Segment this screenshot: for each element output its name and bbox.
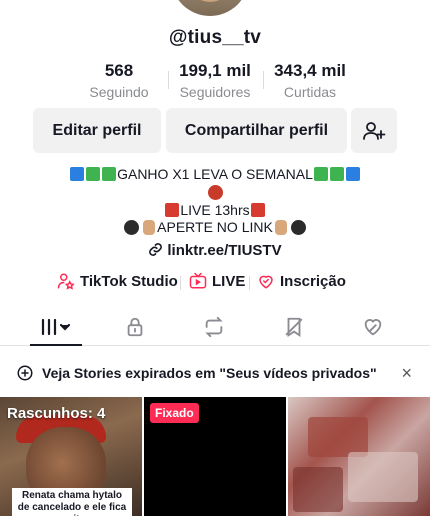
bio-line-3: LIVE 13hrs (0, 202, 430, 218)
grid-icon (41, 318, 71, 336)
bio-line-1: GANHO X1 LEVA O SEMANAL (0, 166, 430, 182)
red-square-icon (250, 203, 265, 217)
add-circle-icon (17, 365, 33, 381)
red-square-icon (165, 203, 180, 217)
edit-profile-button[interactable]: Editar perfil (33, 108, 161, 153)
link-icon (149, 243, 163, 256)
shortcut-label: TikTok Studio (80, 272, 178, 290)
heart-icon (364, 319, 382, 336)
likes-count: 343,4 mil (274, 61, 346, 80)
repost-icon (205, 316, 223, 338)
pointing-down-icon (274, 220, 287, 235)
thumbnail-image-part (308, 417, 368, 457)
profile-stats: 568 Seguindo 199,1 mil Seguidores 343,4 … (0, 61, 430, 101)
shortcut-divider (180, 276, 181, 290)
username: @tius__tv (168, 27, 262, 48)
shortcut-divider (249, 276, 250, 290)
bio-line-4: APERTE NO LINK (0, 219, 430, 235)
thumbnail-image-part (348, 452, 418, 502)
following-count: 568 (104, 61, 134, 80)
pinned-badge: Fixado (150, 403, 199, 423)
blue-square-icon (345, 167, 360, 181)
followers-stat[interactable]: 199,1 mil Seguidores (167, 61, 263, 100)
thumbnail-image-part (293, 467, 343, 512)
bio-text-1: GANHO X1 LEVA O SEMANAL (117, 166, 313, 182)
followers-count: 199,1 mil (179, 61, 251, 80)
add-friend-button[interactable] (351, 108, 397, 153)
stories-banner[interactable]: Veja Stories expirados em "Seus vídeos p… (0, 355, 430, 391)
pointing-down-icon (143, 220, 156, 235)
ninja-icon (290, 220, 306, 235)
bio-link[interactable]: linktr.ee/TIUSTV (0, 242, 430, 259)
likes-label: Curtidas (283, 84, 337, 100)
green-square-icon (329, 167, 344, 181)
bio-link-text: linktr.ee/TIUSTV (167, 242, 282, 259)
video-caption: Renata chama hytalo de cancelado e ele f… (12, 488, 132, 516)
followers-label: Seguidores (179, 84, 251, 100)
live-shortcut[interactable]: LIVE (189, 272, 245, 290)
profile-tabs (0, 308, 430, 346)
bio-text-4: APERTE NO LINK (157, 219, 273, 235)
tab-private[interactable] (95, 308, 175, 346)
bio-text-3: LIVE 13hrs (180, 202, 250, 218)
following-label: Seguindo (89, 84, 149, 100)
video-thumbnail[interactable] (288, 397, 430, 516)
likes-stat[interactable]: 343,4 mil Curtidas (262, 61, 358, 100)
close-icon[interactable]: × (401, 363, 412, 384)
avatar[interactable] (171, 0, 249, 16)
video-thumbnail-drafts[interactable]: Rascunhos: 4 Renata chama hytalo de canc… (0, 397, 142, 516)
subscription-icon (259, 275, 273, 289)
tiktok-studio-shortcut[interactable]: TikTok Studio (57, 272, 178, 290)
bookmark-icon (285, 317, 303, 337)
tab-reposts[interactable] (174, 308, 254, 346)
banner-text: Veja Stories expirados em "Seus vídeos p… (42, 365, 377, 381)
video-thumbnail-pinned[interactable]: Fixado (144, 397, 286, 516)
lock-icon (127, 317, 143, 337)
green-square-icon (102, 167, 117, 181)
tab-favorites[interactable] (254, 308, 334, 346)
shortcut-label: LIVE (212, 272, 246, 290)
drafts-label: Rascunhos: 4 (7, 405, 106, 422)
active-tab-indicator (30, 344, 82, 346)
video-grid: Rascunhos: 4 Renata chama hytalo de canc… (0, 397, 430, 516)
ninja-icon (124, 220, 140, 235)
live-icon (189, 272, 207, 289)
green-square-icon (86, 167, 101, 181)
bio-line-2 (0, 184, 430, 200)
tab-liked[interactable] (333, 308, 413, 346)
tab-videos[interactable] (16, 308, 96, 346)
ogre-face-icon (207, 185, 223, 200)
blue-square-icon (70, 167, 85, 181)
green-square-icon (313, 167, 328, 181)
share-profile-button[interactable]: Compartilhar perfil (166, 108, 347, 153)
profile-avatar-area[interactable]: + (165, 0, 265, 18)
following-stat[interactable]: 568 Seguindo (71, 61, 167, 100)
studio-icon (57, 273, 75, 290)
creator-shortcuts: TikTok Studio LIVE Inscrição (0, 272, 430, 294)
subscription-shortcut[interactable]: Inscrição (257, 272, 346, 290)
shortcut-label: Inscrição (280, 272, 346, 290)
person-plus-icon (363, 121, 386, 140)
